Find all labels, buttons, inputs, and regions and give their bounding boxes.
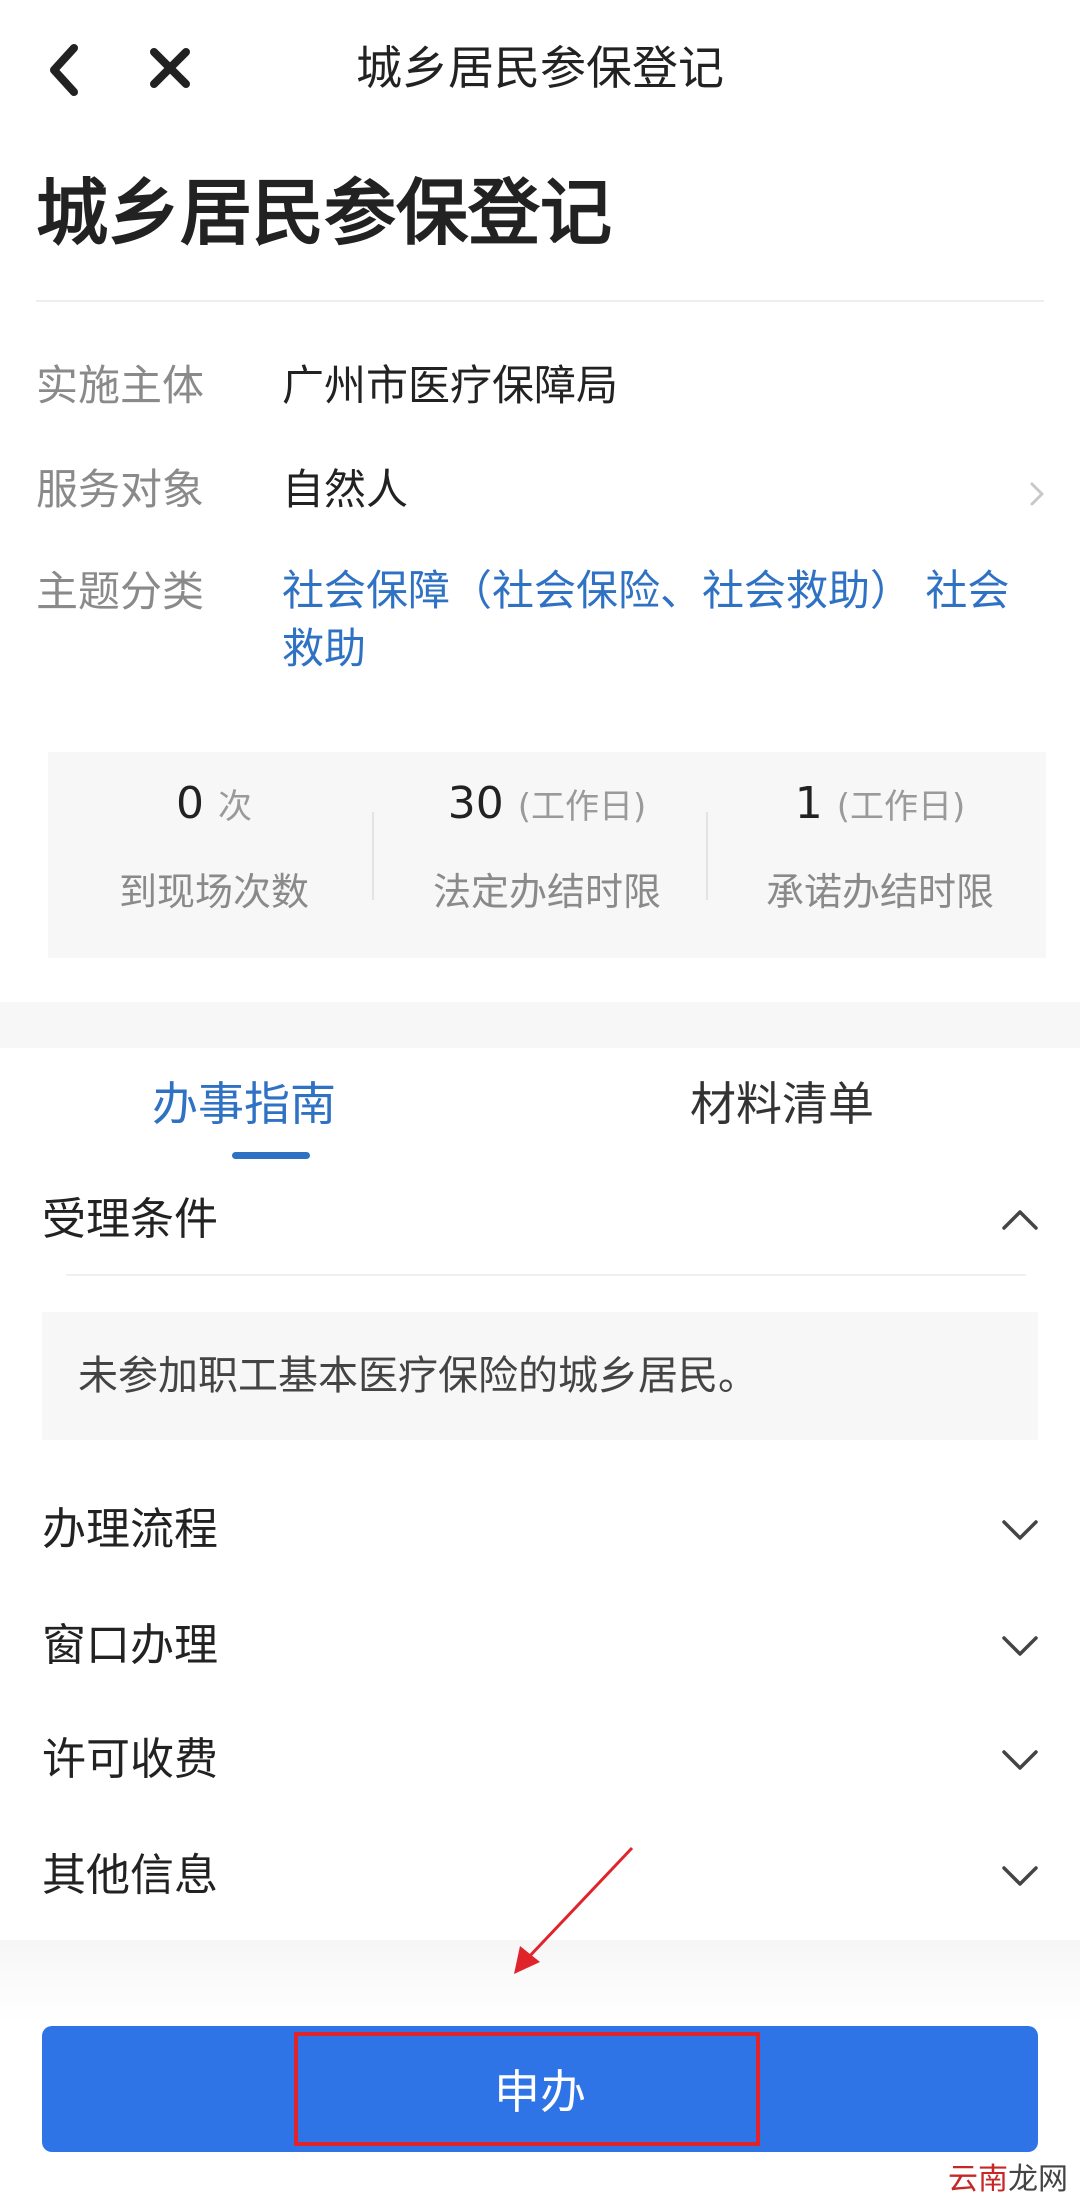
page-title: 城乡居民参保登记	[36, 171, 613, 255]
section-divider	[66, 1274, 1026, 1276]
section-other-info[interactable]: 其他信息	[42, 1846, 218, 1906]
stat-separator	[372, 812, 374, 900]
chevron-down-icon[interactable]	[996, 1506, 1044, 1554]
agency-label: 实施主体	[36, 361, 205, 410]
acceptance-conditions-text: 未参加职工基本医疗保险的城乡居民。	[78, 1353, 758, 1399]
back-button[interactable]	[40, 30, 100, 110]
chevron-left-icon	[50, 44, 78, 96]
tab-active-indicator	[232, 1152, 310, 1159]
chevron-down-icon[interactable]	[996, 1736, 1044, 1784]
chevron-down-icon[interactable]	[996, 1852, 1044, 1900]
chevron-right-icon[interactable]	[1026, 474, 1050, 514]
stat-legal-limit: 30 (工作日) 法定办结时限	[381, 752, 713, 958]
stat-value: 0 次	[176, 778, 252, 829]
stat-label: 法定办结时限	[432, 870, 661, 914]
topic-label: 主题分类	[36, 567, 205, 616]
tab-materials[interactable]: 材料清单	[690, 1064, 874, 1144]
tab-guide[interactable]: 办事指南	[152, 1064, 336, 1144]
section-gap	[0, 1002, 1080, 1048]
watermark: 云南龙网	[948, 2162, 1068, 2197]
target-value[interactable]: 自然人	[282, 462, 408, 518]
topic-link[interactable]: 社会保障（社会保险、社会救助） 社会救助	[282, 562, 1012, 678]
stat-value: 1 (工作日)	[794, 778, 966, 829]
chevron-down-icon[interactable]	[996, 1622, 1044, 1670]
agency-value: 广州市医疗保障局	[282, 361, 619, 410]
title-divider	[36, 300, 1044, 302]
stat-promised-limit: 1 (工作日) 承诺办结时限	[714, 752, 1046, 958]
close-button[interactable]	[140, 30, 200, 110]
stat-separator	[706, 812, 708, 900]
stat-label: 到现场次数	[118, 870, 309, 914]
stat-visits: 0 次 到现场次数	[48, 752, 380, 958]
section-process[interactable]: 办理流程	[42, 1500, 218, 1560]
nav-bar: 城乡居民参保登记	[0, 0, 1080, 130]
annotation-highlight-box	[294, 2032, 760, 2146]
section-content: 未参加职工基本医疗保险的城乡居民。	[42, 1312, 1038, 1440]
target-label: 服务对象	[36, 465, 205, 514]
close-icon	[150, 48, 190, 88]
chevron-up-icon[interactable]	[996, 1196, 1044, 1244]
section-fees[interactable]: 许可收费	[42, 1730, 218, 1790]
section-acceptance-conditions[interactable]: 受理条件	[42, 1190, 218, 1250]
stats-panel: 0 次 到现场次数 30 (工作日) 法定办结时限 1 (工作日) 承诺办结时限	[48, 752, 1046, 958]
stat-value: 30 (工作日)	[447, 778, 647, 829]
annotation-arrow-icon	[514, 1846, 634, 1974]
section-window-service[interactable]: 窗口办理	[42, 1616, 218, 1676]
stat-label: 承诺办结时限	[765, 870, 994, 914]
